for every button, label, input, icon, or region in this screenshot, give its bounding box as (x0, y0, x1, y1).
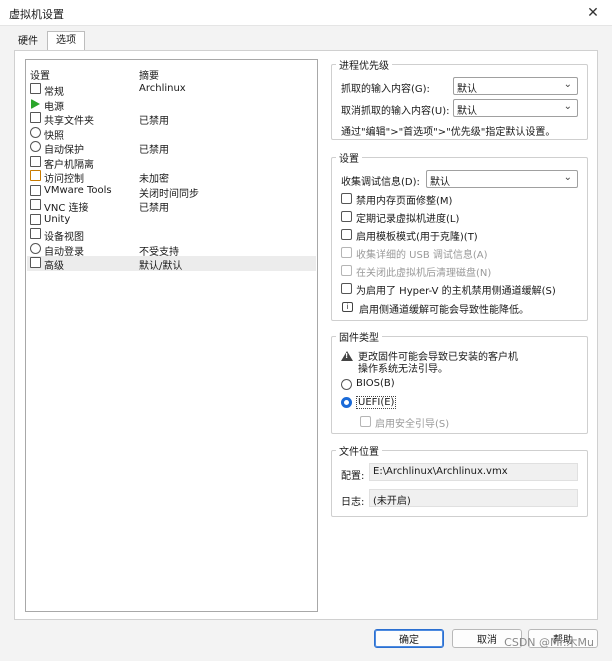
isolation-icon (30, 155, 41, 167)
disable-page-trim-checkbox[interactable] (341, 193, 352, 204)
list-item-summary: 默认/默认 (139, 261, 183, 272)
checkbox-label: 启用模板模式(用于克隆)(T) (356, 232, 478, 243)
debug-info-select[interactable]: 默认 ⌄ (426, 170, 578, 188)
header-summary: 摘要 (139, 71, 159, 82)
checkbox-label: 为启用了 Hyper-V 的主机禁用侧通道缓解(S) (356, 286, 556, 297)
chevron-down-icon: ⌄ (563, 172, 572, 183)
side-channel-info: 启用侧通道缓解可能会导致性能降低。 (359, 305, 529, 316)
clock-icon (30, 141, 41, 152)
snapshot-icon (30, 126, 41, 138)
close-icon[interactable]: ✕ (582, 2, 604, 24)
list-item-summary: Archlinux (139, 83, 186, 94)
template-mode-checkbox[interactable] (341, 229, 352, 240)
list-item-label: Unity (44, 213, 71, 225)
list-item-unity[interactable]: Unity (27, 213, 316, 228)
file-location-title: 文件位置 (336, 443, 382, 458)
hyperv-side-channel-checkbox[interactable] (341, 283, 352, 294)
options-panel: 设置 摘要 常规 Archlinux 电源 共享文件夹 已禁用 快照 自动保护 … (14, 50, 598, 620)
ungrab-priority-select[interactable]: 默认 ⌄ (453, 99, 578, 117)
title-bar: 虚拟机设置 ✕ (0, 0, 612, 26)
list-item-vnc[interactable]: VNC 连接 已禁用 (27, 198, 316, 214)
debug-label: 收集调试信息(D): (341, 177, 420, 188)
list-item-device-view[interactable]: 设备视图 (27, 227, 316, 243)
vmware-tools-icon (30, 184, 41, 196)
settings-group: 设置 收集调试信息(D): 默认 ⌄ 禁用内存页面修整(M) 定期记录虚拟机进度… (331, 150, 588, 321)
grab-label: 抓取的输入内容(G): (341, 84, 430, 95)
bios-label: BIOS(B) (356, 378, 395, 389)
clean-disk-checkbox[interactable] (341, 265, 352, 276)
log-label: 日志: (341, 497, 365, 508)
config-path-value: E:\Archlinux\Archlinux.vmx (373, 466, 508, 477)
settings-title: 设置 (336, 150, 362, 165)
list-item-autologin[interactable]: 自动登录 不受支持 (27, 242, 316, 258)
list-item-advanced[interactable]: 高级 默认/默认 (27, 256, 316, 272)
user-icon (30, 242, 41, 254)
watermark: CSDN @Mr.木Mu (504, 636, 594, 649)
checkbox-label: 定期记录虚拟机进度(L) (356, 214, 460, 225)
advanced-icon (30, 257, 41, 268)
unity-icon (30, 213, 41, 225)
file-location-group: 文件位置 配置: E:\Archlinux\Archlinux.vmx 日志: … (331, 443, 588, 517)
header-setting: 设置 (30, 71, 50, 82)
lock-icon (30, 170, 41, 181)
checkbox-label: 在关闭此虚拟机后清理磁盘(N) (356, 268, 492, 279)
uefi-label: UEFI(E) (356, 396, 397, 409)
firmware-group: 固件类型 更改固件可能会导致已安装的客户机 操作系统无法引导。 BIOS(B) … (331, 329, 588, 434)
ungrab-label: 取消抓取的输入内容(U): (341, 106, 450, 117)
list-item-label: 高级 (44, 261, 64, 272)
list-item-shared-folders[interactable]: 共享文件夹 已禁用 (27, 111, 316, 127)
list-item-label: VMware Tools (44, 184, 112, 196)
warning-icon (341, 351, 353, 361)
log-progress-checkbox[interactable] (341, 211, 352, 222)
firmware-warning-line2: 操作系统无法引导。 (358, 364, 448, 375)
log-path-field[interactable]: (未开启) (369, 489, 578, 507)
window-title: 虚拟机设置 (9, 8, 64, 21)
list-item-general[interactable]: 常规 Archlinux (27, 82, 316, 98)
settings-list[interactable]: 设置 摘要 常规 Archlinux 电源 共享文件夹 已禁用 快照 自动保护 … (25, 59, 318, 612)
vnc-icon (30, 199, 41, 210)
ungrab-priority-value: 默认 (457, 106, 477, 117)
usb-debug-checkbox[interactable] (341, 247, 352, 258)
shared-folder-icon (30, 112, 41, 123)
priority-note: 通过"编辑">"首选项">"优先级"指定默认设置。 (341, 127, 556, 138)
secure-boot-label: 启用安全引导(S) (375, 419, 450, 430)
device-view-icon (30, 228, 41, 239)
list-item-snapshots[interactable]: 快照 (27, 126, 316, 142)
debug-info-value: 默认 (430, 177, 450, 188)
list-item-vmware-tools[interactable]: VMware Tools 关闭时间同步 (27, 184, 316, 200)
secure-boot-checkbox[interactable] (360, 416, 371, 427)
tab-options[interactable]: 选项 (47, 31, 85, 51)
checkbox-label: 禁用内存页面修整(M) (356, 196, 453, 207)
grab-priority-value: 默认 (457, 84, 477, 95)
firmware-title: 固件类型 (336, 329, 382, 344)
grab-priority-select[interactable]: 默认 ⌄ (453, 77, 578, 95)
priority-title: 进程优先级 (336, 57, 392, 72)
list-item-autoprotect[interactable]: 自动保护 已禁用 (27, 140, 316, 156)
list-header: 设置 摘要 (26, 67, 317, 82)
chevron-down-icon: ⌄ (563, 79, 572, 90)
list-item-power[interactable]: 电源 (27, 97, 316, 113)
monitor-icon (30, 83, 41, 94)
chevron-down-icon: ⌄ (563, 101, 572, 112)
config-label: 配置: (341, 471, 365, 482)
ok-button[interactable]: 确定 (374, 629, 444, 648)
checkbox-label: 收集详细的 USB 调试信息(A) (356, 250, 488, 261)
info-icon: i (342, 302, 353, 312)
log-path-value: (未开启) (373, 496, 411, 507)
bios-radio[interactable] (341, 379, 352, 390)
list-item-guest-isolation[interactable]: 客户机隔离 (27, 155, 316, 171)
config-path-field[interactable]: E:\Archlinux\Archlinux.vmx (369, 463, 578, 481)
list-item-access-control[interactable]: 访问控制 未加密 (27, 169, 316, 185)
play-icon (31, 98, 40, 109)
uefi-radio[interactable] (341, 397, 352, 408)
priority-group: 进程优先级 抓取的输入内容(G): 默认 ⌄ 取消抓取的输入内容(U): 默认 … (331, 57, 588, 140)
